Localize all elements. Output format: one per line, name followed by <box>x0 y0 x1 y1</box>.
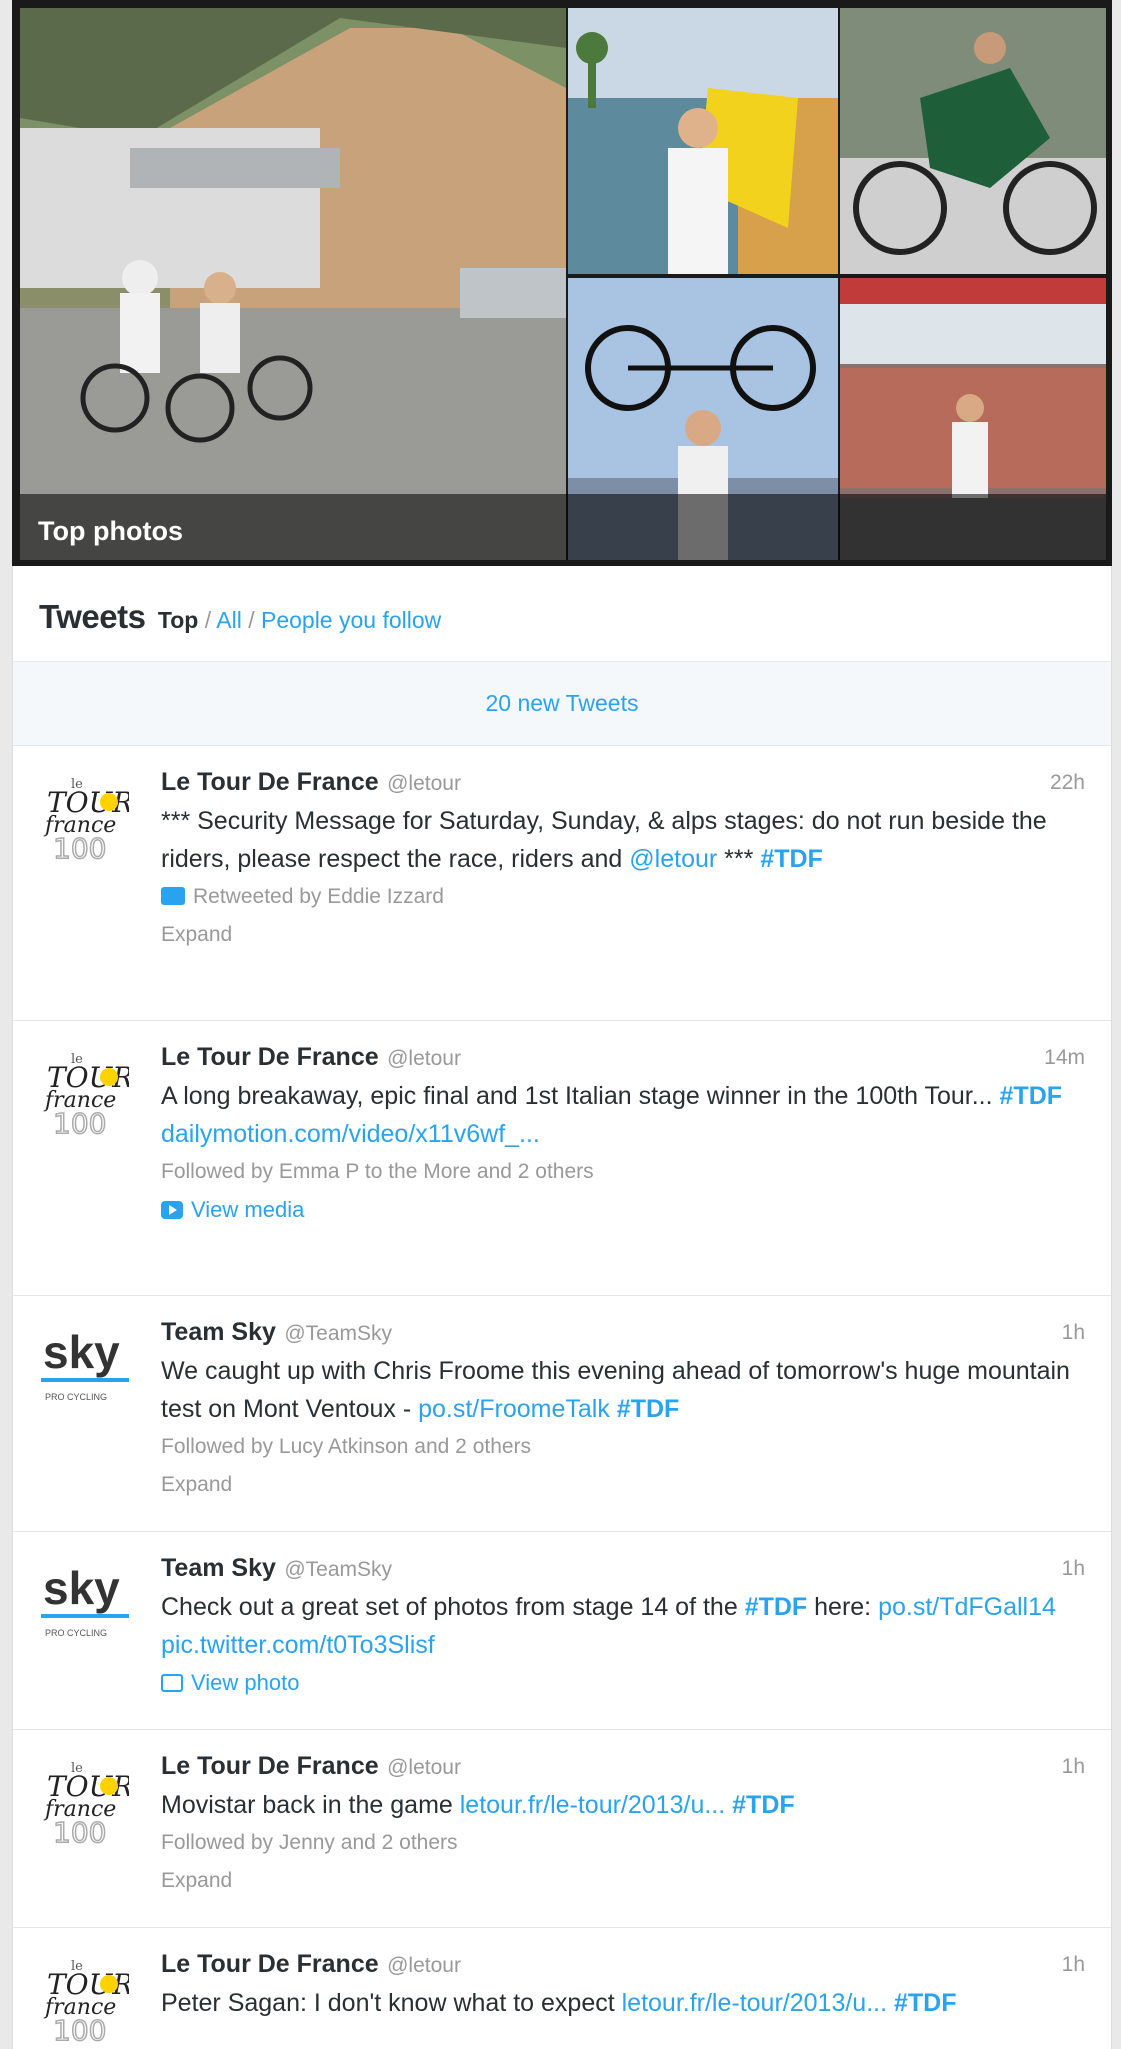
tdf-logo-avatar[interactable] <box>41 1047 129 1135</box>
tweet-link[interactable]: letour.fr/le-tour/2013/u... <box>622 1989 887 2017</box>
tweet-author-name[interactable]: Team Sky <box>161 1318 276 1346</box>
tweet-text: Peter Sagan: I don't know what to expect… <box>161 1984 1081 2022</box>
top-photos-grid[interactable]: Top photos <box>12 0 1112 566</box>
filter-separator: / <box>198 607 217 633</box>
retweet-icon <box>161 887 185 905</box>
tweet-item[interactable]: Team Sky @TeamSky 1h Check out a great s… <box>13 1532 1111 1730</box>
tweet-timestamp[interactable]: 1h <box>1062 1953 1085 1977</box>
tweet-link[interactable]: po.st/FroomeTalk <box>418 1395 610 1423</box>
tweet-text-body: Movistar back in the game <box>161 1791 460 1819</box>
tweet-hashtag[interactable]: #TDF <box>617 1395 680 1423</box>
tweet-text-body: A long breakaway, epic final and 1st Ita… <box>161 1082 1000 1110</box>
view-media-label: View media <box>191 1197 305 1222</box>
tweet-follow-context: Followed by Emma P to the More and 2 oth… <box>161 1160 594 1183</box>
tweet-retweet-context: Retweeted by Eddie Izzard <box>161 878 1081 916</box>
tweet-link[interactable]: letour.fr/le-tour/2013/u... <box>460 1791 725 1819</box>
new-tweets-bar[interactable]: 20 new Tweets <box>13 662 1111 746</box>
tweet-author-name[interactable]: Team Sky <box>161 1554 276 1582</box>
view-photo-button[interactable]: View photo <box>161 1664 1081 1702</box>
tweet-author-handle[interactable]: @letour <box>387 772 461 795</box>
tdf-logo-avatar[interactable] <box>41 1954 129 2042</box>
tweet-follow-context: Followed by Jenny and 2 others <box>161 1831 458 1854</box>
tweet-item[interactable]: Team Sky @TeamSky 1h We caught up with C… <box>13 1296 1111 1532</box>
tweet-author-handle[interactable]: @letour <box>387 1954 461 1977</box>
tweet-author-name[interactable]: Le Tour De France <box>161 1752 379 1780</box>
tweet-author-handle[interactable]: @letour <box>387 1047 461 1070</box>
tweet-item[interactable]: Le Tour De France @letour 14m A long bre… <box>13 1021 1111 1296</box>
tweet-hashtag[interactable]: #TDF <box>732 1791 795 1819</box>
tweet-text: Movistar back in the game letour.fr/le-t… <box>161 1786 1081 1824</box>
tweet-text-body: *** <box>717 845 761 873</box>
tweet-timestamp[interactable]: 1h <box>1062 1755 1085 1779</box>
tweet-hashtag[interactable]: #TDF <box>1000 1082 1063 1110</box>
video-play-icon <box>161 1201 183 1219</box>
tweet-author-name[interactable]: Le Tour De France <box>161 1043 379 1071</box>
tweet-item[interactable]: Le Tour De France @letour 1h Movistar ba… <box>13 1730 1111 1928</box>
tweet-text-body: Check out a great set of photos from sta… <box>161 1593 745 1621</box>
photo-fan-with-flag[interactable] <box>568 8 838 274</box>
filter-all[interactable]: All <box>216 607 242 633</box>
top-photos-label[interactable]: Top photos <box>38 516 183 547</box>
tweet-pic-link[interactable]: pic.twitter.com/t0To3Slisf <box>161 1631 435 1659</box>
filter-top[interactable]: Top <box>158 607 198 633</box>
tweet-follow-context: Followed by Lucy Atkinson and 2 others <box>161 1435 532 1458</box>
tweet-link[interactable]: po.st/TdFGall14 <box>878 1593 1056 1621</box>
tweet-text: Check out a great set of photos from sta… <box>161 1588 1081 1664</box>
tweet-expand-link[interactable]: Expand <box>161 1466 1081 1504</box>
view-media-button[interactable]: View media <box>161 1191 1081 1229</box>
tweet-expand-link[interactable]: Expand <box>161 916 1081 954</box>
tweet-author-name[interactable]: Le Tour De France <box>161 768 379 796</box>
tweet-text-body: Peter Sagan: I don't know what to expect <box>161 1989 622 2017</box>
photo-rider-climbing[interactable] <box>840 8 1106 274</box>
tweet-text-body: here: <box>807 1593 879 1621</box>
tweet-item[interactable]: Le Tour De France @letour 22h *** Securi… <box>13 746 1111 1021</box>
tdf-logo-avatar[interactable] <box>41 1756 129 1844</box>
tweet-mention[interactable]: @letour <box>629 845 717 873</box>
tweet-timestamp[interactable]: 1h <box>1062 1557 1085 1581</box>
tweets-timeline: Tweets Top / All / People you follow 20 … <box>12 566 1112 2049</box>
tweet-timestamp[interactable]: 1h <box>1062 1321 1085 1345</box>
photo-team-warmup[interactable] <box>20 8 566 560</box>
tweet-item[interactable]: Le Tour De France @letour 1h Peter Sagan… <box>13 1928 1111 2049</box>
tweet-link[interactable]: dailymotion.com/video/x11v6wf_... <box>161 1120 540 1148</box>
tweet-expand-link[interactable]: Expand <box>161 1862 1081 1900</box>
tdf-logo-avatar[interactable] <box>41 772 129 860</box>
team-sky-logo-avatar[interactable] <box>41 1322 129 1410</box>
tweet-text-body: *** Security Message for Saturday, Sunda… <box>161 807 1047 873</box>
team-sky-logo-avatar[interactable] <box>41 1558 129 1646</box>
tweet-text: We caught up with Chris Froome this even… <box>161 1352 1081 1428</box>
tweet-hashtag[interactable]: #TDF <box>894 1989 957 2017</box>
filter-separator: / <box>241 607 261 633</box>
tweet-timestamp[interactable]: 22h <box>1050 771 1085 795</box>
retweet-context-text: Retweeted by Eddie Izzard <box>193 885 444 908</box>
tweet-text: *** Security Message for Saturday, Sunda… <box>161 802 1081 878</box>
timeline-title: Tweets <box>39 598 146 635</box>
timeline-header: Tweets Top / All / People you follow <box>13 566 1111 662</box>
photo-icon <box>161 1674 183 1692</box>
tweet-text: A long breakaway, epic final and 1st Ita… <box>161 1077 1081 1153</box>
tweet-hashtag[interactable]: #TDF <box>745 1593 808 1621</box>
tweet-text-body: We caught up with Chris Froome this even… <box>161 1357 1070 1423</box>
tweet-hashtag[interactable]: #TDF <box>760 845 823 873</box>
timeline-filters: Top / All / People you follow <box>158 607 441 633</box>
tweet-author-handle[interactable]: @letour <box>387 1756 461 1779</box>
tweet-timestamp[interactable]: 14m <box>1044 1046 1085 1070</box>
tweet-author-handle[interactable]: @TeamSky <box>284 1558 392 1581</box>
tweet-author-handle[interactable]: @TeamSky <box>284 1322 392 1345</box>
filter-people-you-follow[interactable]: People you follow <box>261 607 441 633</box>
tweet-author-name[interactable]: Le Tour De France <box>161 1950 379 1978</box>
view-photo-label: View photo <box>191 1670 300 1695</box>
